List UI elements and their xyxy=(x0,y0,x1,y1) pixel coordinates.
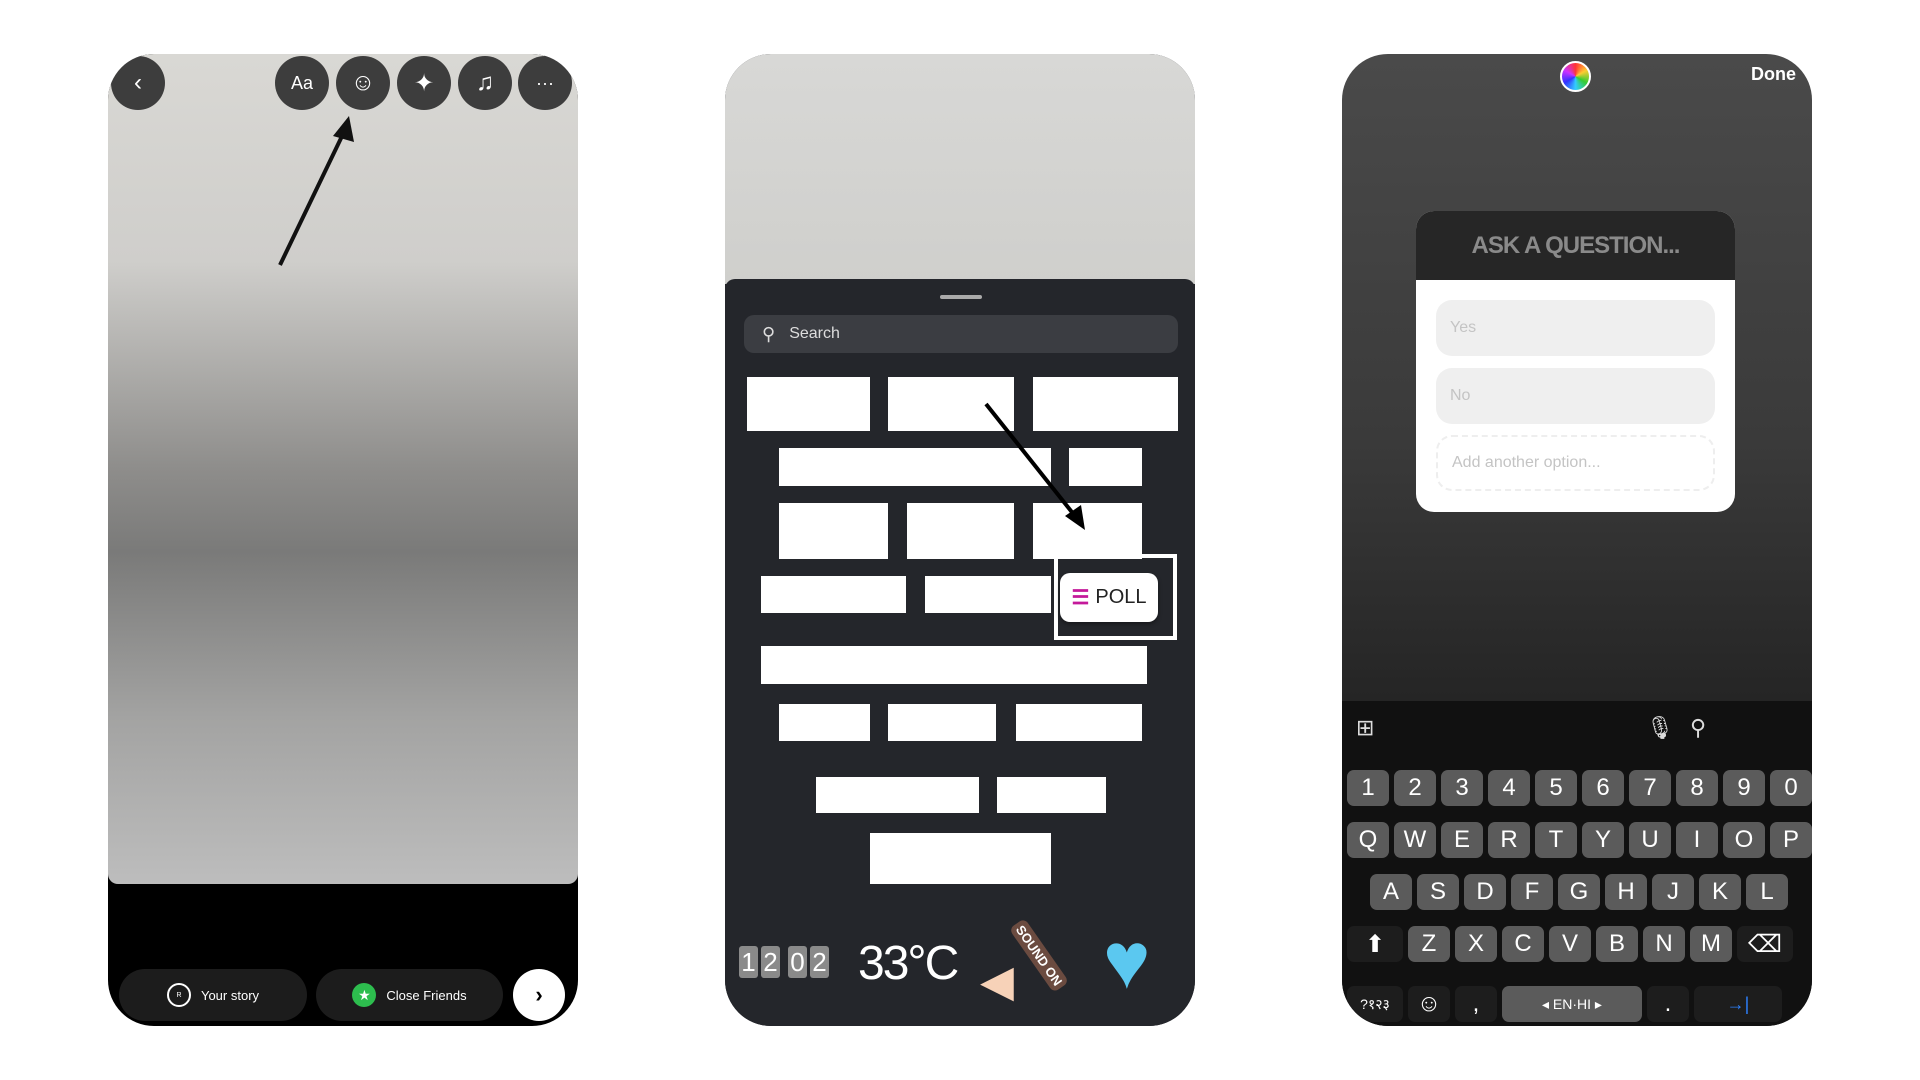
sticker-item[interactable] xyxy=(869,833,1052,885)
key-3[interactable]: 3 xyxy=(1441,770,1483,806)
close-friends-label: Close Friends xyxy=(386,987,467,1003)
key-7[interactable]: 7 xyxy=(1629,770,1671,806)
key-f[interactable]: F xyxy=(1511,874,1553,910)
period-key[interactable]: . xyxy=(1647,986,1689,1022)
key-b[interactable]: B xyxy=(1596,926,1638,962)
key-g[interactable]: G xyxy=(1558,874,1600,910)
option-no-input[interactable]: No xyxy=(1436,368,1715,424)
color-picker-button[interactable] xyxy=(1560,61,1591,92)
sticker-picker-screen: ⚲ Search ☰ POLL 1 2 0 2 33°C ◀ SOUND ON … xyxy=(725,54,1195,1026)
key-6[interactable]: 6 xyxy=(1582,770,1624,806)
key-z[interactable]: Z xyxy=(1408,926,1450,962)
heart-sticker[interactable]: ♥ xyxy=(1103,921,1179,1001)
key-d[interactable]: D xyxy=(1464,874,1506,910)
speaker-icon: ◀ xyxy=(980,957,1014,1006)
key-m[interactable]: M xyxy=(1690,926,1732,962)
key-y[interactable]: Y xyxy=(1582,822,1624,858)
key-0[interactable]: 0 xyxy=(1770,770,1812,806)
sticker-item[interactable] xyxy=(1015,704,1142,742)
key-u[interactable]: U xyxy=(1629,822,1671,858)
clock-sticker[interactable]: 1 2 0 2 xyxy=(739,946,829,978)
temperature-sticker[interactable]: 33°C xyxy=(858,936,959,991)
clock-digit: 1 xyxy=(739,946,758,978)
emoji-key[interactable]: ☺ xyxy=(1408,986,1450,1022)
key-r[interactable]: R xyxy=(1488,822,1530,858)
clock-digit: 0 xyxy=(788,946,807,978)
question-input[interactable]: ASK A QUESTION... xyxy=(1416,211,1735,280)
your-story-label: Your story xyxy=(200,987,260,1003)
comma-key[interactable]: , xyxy=(1455,986,1497,1022)
key-e[interactable]: E xyxy=(1441,822,1483,858)
key-k[interactable]: K xyxy=(1699,874,1741,910)
next-button[interactable]: › xyxy=(513,969,565,1021)
symbols-key[interactable]: ?१२३ xyxy=(1347,986,1403,1022)
key-x[interactable]: X xyxy=(1455,926,1497,962)
key-q[interactable]: Q xyxy=(1347,822,1389,858)
sound-on-label: SOUND ON xyxy=(1008,918,1070,993)
option-yes-input[interactable]: Yes xyxy=(1436,300,1715,356)
close-friends-button[interactable]: ★ Close Friends xyxy=(316,969,503,1021)
sticker-item[interactable] xyxy=(997,776,1107,814)
key-v[interactable]: V xyxy=(1549,926,1591,962)
key-l[interactable]: L xyxy=(1746,874,1788,910)
key-c[interactable]: C xyxy=(1502,926,1544,962)
apps-grid-icon[interactable]: ⊞ xyxy=(1356,715,1374,741)
clock-digit: 2 xyxy=(810,946,829,978)
key-9[interactable]: 9 xyxy=(1723,770,1765,806)
clock-digit: 2 xyxy=(761,946,780,978)
story-editor-screen: ‹ Aa ☺ ✦ ♫ ··· R Your story ★ Close Friends › xyxy=(108,54,578,1026)
key-8[interactable]: 8 xyxy=(1676,770,1718,806)
key-j[interactable]: J xyxy=(1652,874,1694,910)
key-w[interactable]: W xyxy=(1394,822,1436,858)
poll-editor-screen: Done ASK A QUESTION... Yes No Add anothe… xyxy=(1342,54,1812,1026)
sticker-item[interactable] xyxy=(888,704,996,742)
key-i[interactable]: I xyxy=(1676,822,1718,858)
key-n[interactable]: N xyxy=(1643,926,1685,962)
poll-card: ASK A QUESTION... Yes No Add another opt… xyxy=(1416,211,1735,512)
annotation-arrow xyxy=(278,116,354,266)
key-o[interactable]: O xyxy=(1723,822,1765,858)
backspace-key[interactable]: ⌫ xyxy=(1737,926,1793,962)
key-h[interactable]: H xyxy=(1605,874,1647,910)
done-button[interactable]: Done xyxy=(1751,64,1796,85)
your-story-button[interactable]: R Your story xyxy=(119,969,307,1021)
star-icon: ★ xyxy=(352,983,377,1007)
space-key[interactable]: ◂ EN·HI ▸ xyxy=(1502,986,1642,1022)
avatar: R xyxy=(166,983,191,1007)
key-a[interactable]: A xyxy=(1370,874,1412,910)
sound-on-sticker[interactable]: ◀ SOUND ON xyxy=(980,918,1070,1006)
microphone-icon[interactable]: 🎙 xyxy=(1646,715,1674,741)
shift-key[interactable]: ⬆ xyxy=(1347,926,1403,962)
key-s[interactable]: S xyxy=(1417,874,1459,910)
keyboard: ⊞ 🎙 ⚲ 1 2 3 4 5 6 7 8 9 0 Q W E R T Y U I O P A S D F G H J K L ⬆ Z X C V… xyxy=(1342,701,1812,1026)
annotation-arrow xyxy=(984,402,1085,530)
key-4[interactable]: 4 xyxy=(1488,770,1530,806)
chevron-right-icon: › xyxy=(535,982,543,1007)
key-1[interactable]: 1 xyxy=(1347,770,1389,806)
search-icon[interactable]: ⚲ xyxy=(1690,715,1706,741)
key-5[interactable]: 5 xyxy=(1535,770,1577,806)
key-t[interactable]: T xyxy=(1535,822,1577,858)
sticker-item[interactable] xyxy=(779,704,870,742)
enter-key[interactable]: →| xyxy=(1694,986,1782,1022)
key-p[interactable]: P xyxy=(1770,822,1812,858)
key-2[interactable]: 2 xyxy=(1394,770,1436,806)
sticker-item[interactable] xyxy=(815,776,979,814)
add-option-input[interactable]: Add another option... xyxy=(1436,435,1715,491)
